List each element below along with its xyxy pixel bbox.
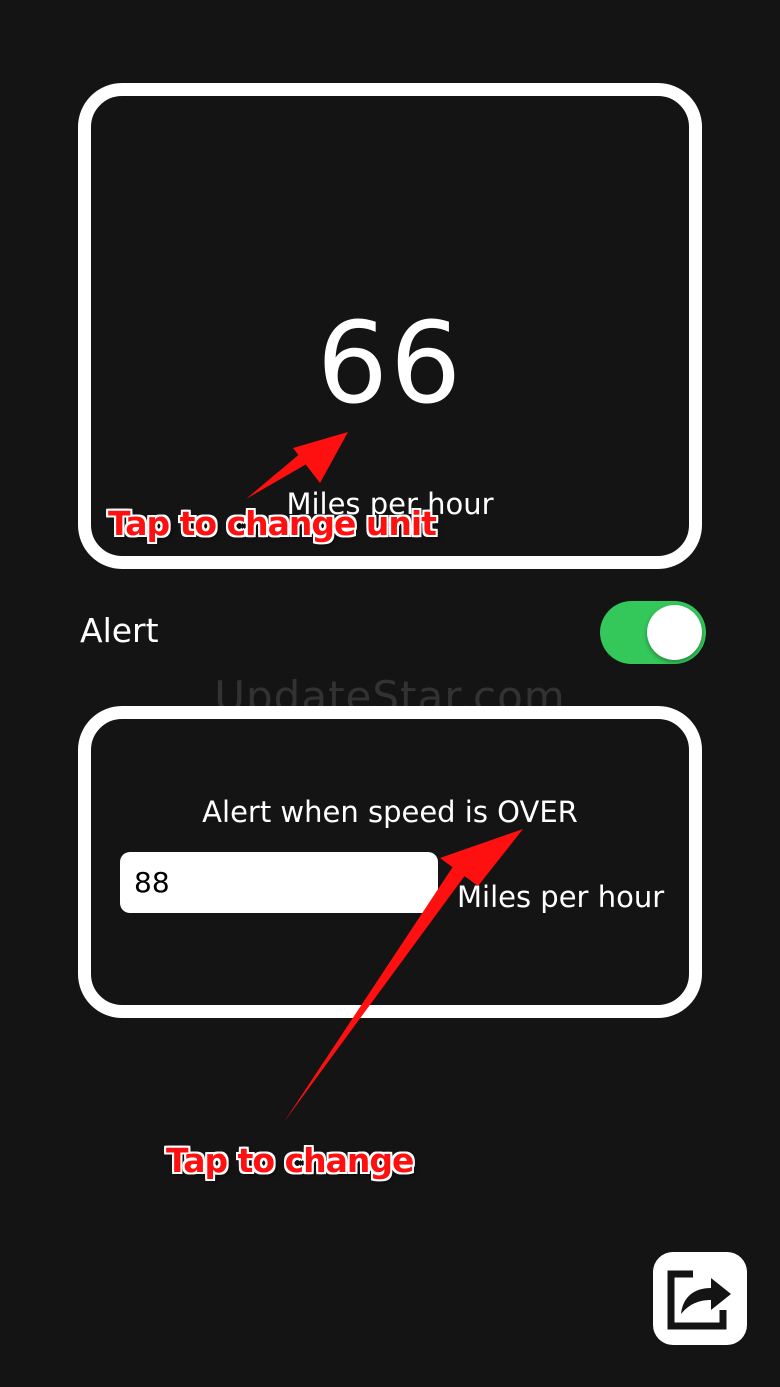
speed-display-card[interactable]: 66 Miles per hour — [78, 83, 702, 569]
share-icon — [667, 1270, 731, 1330]
threshold-hint-annotation: Tap to change — [166, 1141, 414, 1180]
alert-toggle[interactable] — [600, 601, 706, 664]
alert-threshold-card: Alert when speed is OVER Miles per hour — [78, 706, 702, 1018]
unit-hint-annotation: Tap to change unit — [108, 504, 437, 543]
threshold-title: Alert when speed is OVER — [202, 795, 578, 829]
toggle-knob — [647, 605, 702, 660]
share-button[interactable] — [653, 1252, 747, 1345]
current-speed-value: 66 — [316, 299, 464, 429]
threshold-unit-label[interactable]: Miles per hour — [457, 883, 664, 912]
threshold-speed-input[interactable] — [120, 852, 438, 913]
alert-label: Alert — [80, 611, 159, 650]
